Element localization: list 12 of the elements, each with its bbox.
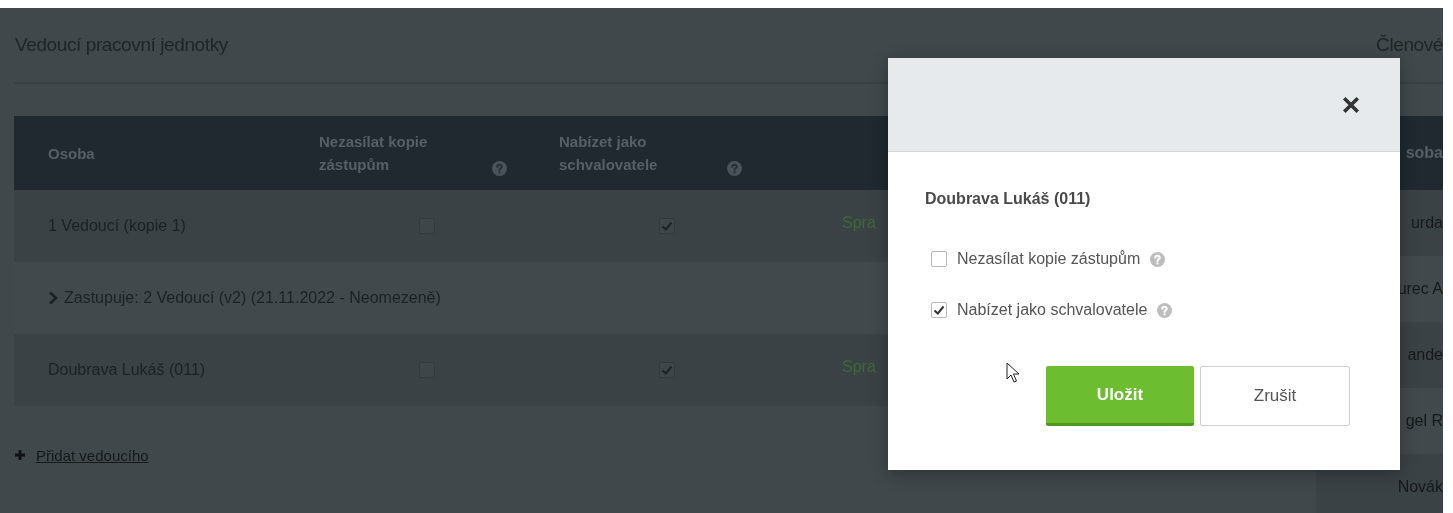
- checkbox[interactable]: [659, 218, 675, 234]
- checkbox[interactable]: [931, 302, 947, 318]
- checkbox[interactable]: [659, 362, 675, 378]
- chevron-icon: [48, 291, 58, 305]
- checkbox-label: Nabízet jako schvalovatele: [957, 301, 1148, 319]
- checkbox[interactable]: [931, 251, 947, 267]
- save-button[interactable]: Uložit: [1046, 366, 1194, 426]
- checkbox-label: Nezasílat kopie zástupům: [957, 250, 1141, 268]
- dialog-title: Doubrava Lukáš (011): [925, 190, 1092, 208]
- cancel-button[interactable]: Zrušit: [1200, 366, 1350, 426]
- plus-icon: [14, 449, 26, 461]
- cursor-icon: [1006, 362, 1020, 384]
